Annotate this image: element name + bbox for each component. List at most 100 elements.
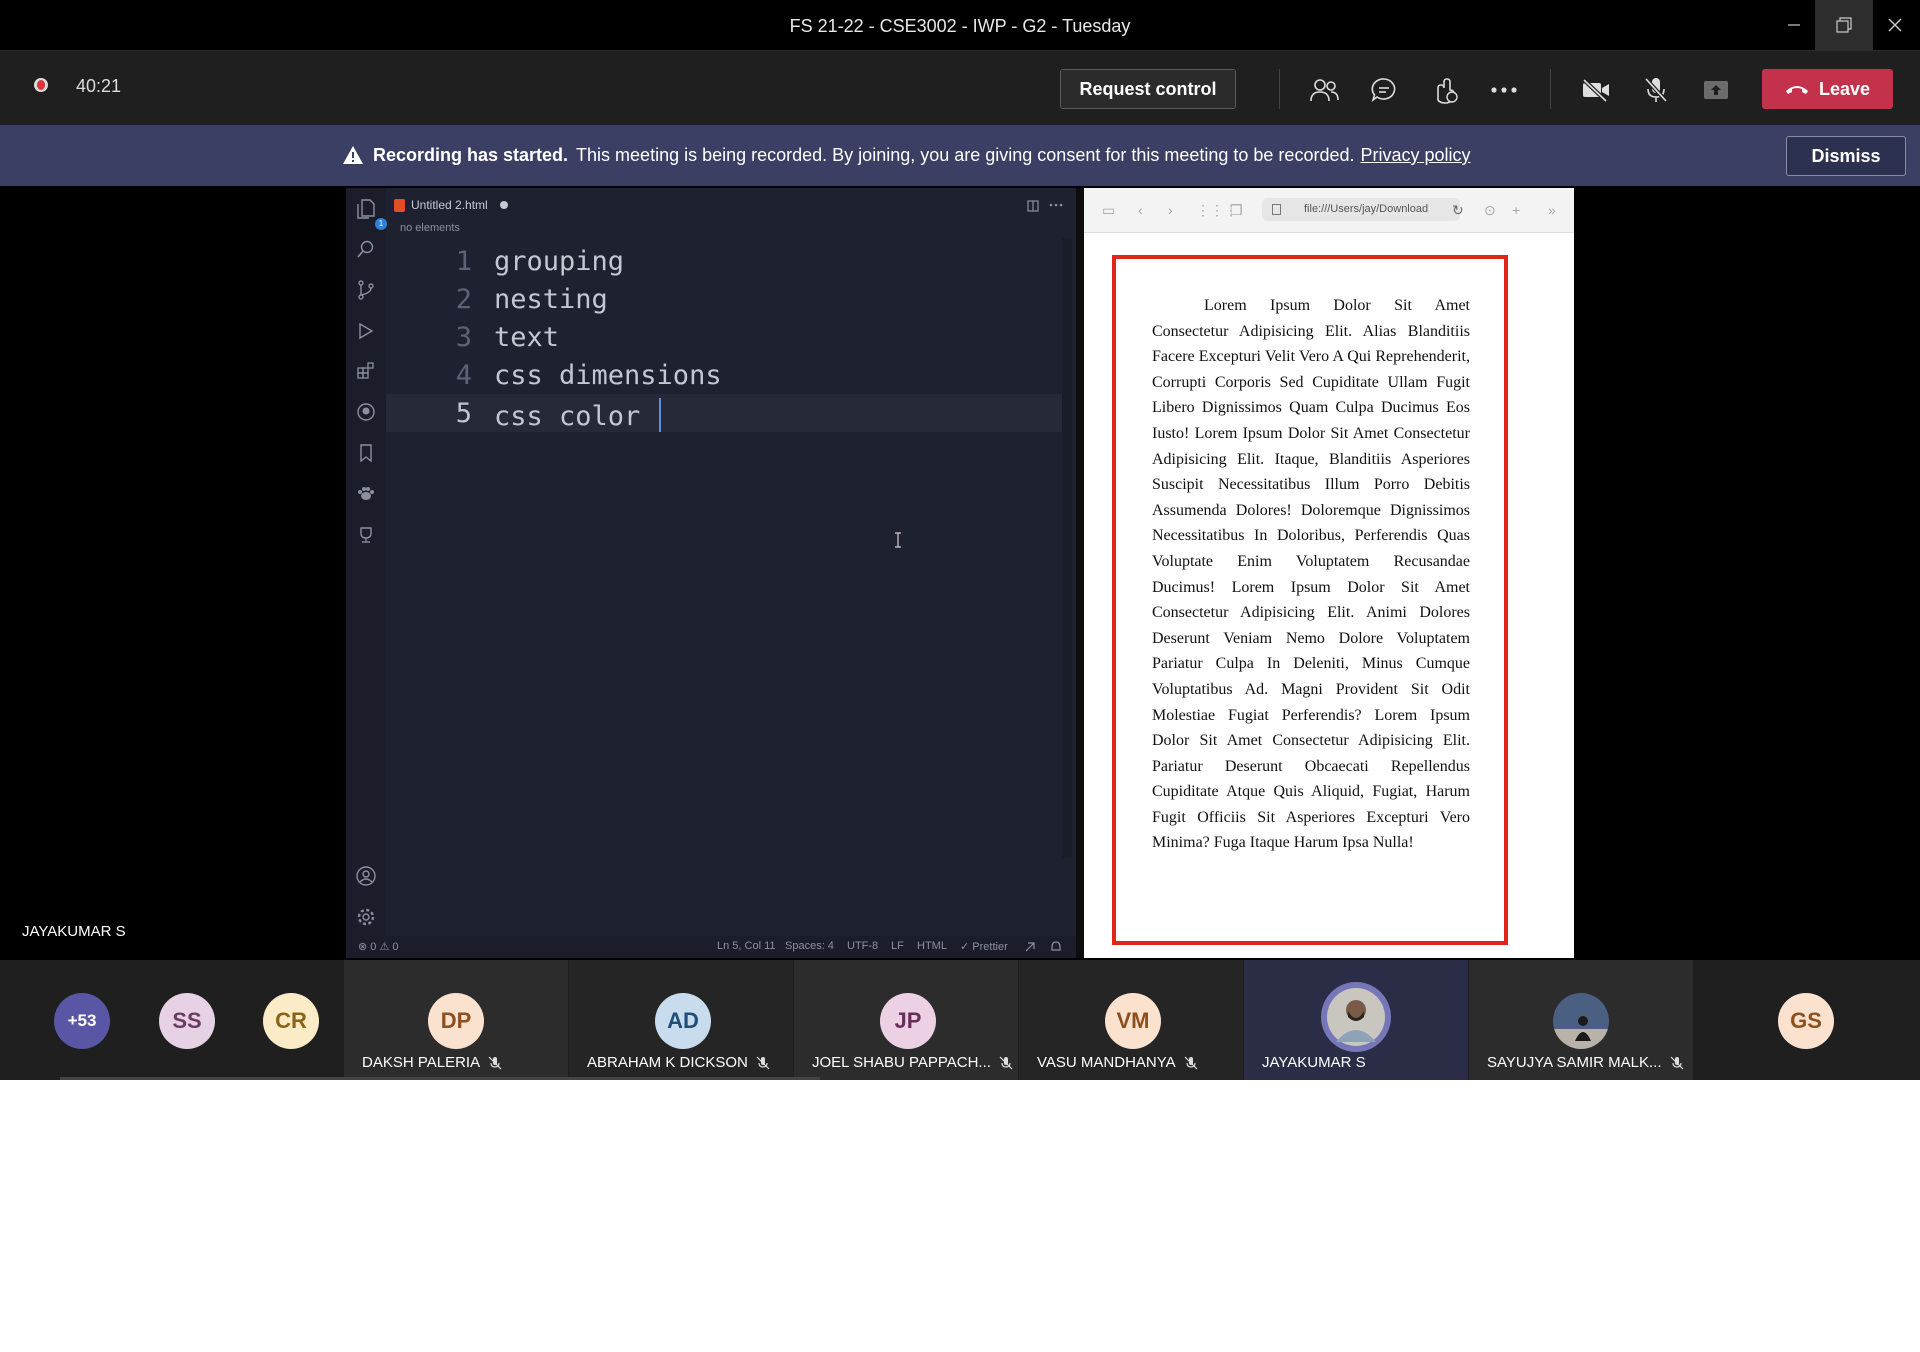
split-divider [1076, 188, 1084, 958]
participant-avatar[interactable]: CR [263, 993, 319, 1049]
encoding-setting[interactable]: UTF-8 [847, 940, 878, 952]
extensions-button[interactable] [355, 360, 377, 382]
reactions-button[interactable] [1427, 73, 1461, 107]
minimize-icon [1788, 24, 1800, 26]
source-control-button[interactable] [355, 279, 377, 301]
editor-more-icon[interactable] [1049, 203, 1063, 207]
bookmarks-button[interactable] [355, 442, 377, 464]
code-editor-window: 1 Untitled 2.html no elements 1 grouping… [346, 188, 1076, 958]
strip-scrollbar[interactable] [60, 1077, 820, 1080]
mic-off-icon [1644, 77, 1668, 103]
trophy-button[interactable] [355, 524, 377, 546]
participant-photo [1553, 993, 1609, 1049]
title-bar: FS 21-22 - CSE3002 - IWP - G2 - Tuesday [0, 0, 1920, 50]
overflow-chevron-icon[interactable]: » [1548, 202, 1556, 218]
bookmark-icon [360, 444, 372, 462]
request-control-button[interactable]: Request control [1060, 69, 1236, 109]
run-debug-button[interactable] [355, 320, 377, 342]
explorer-button[interactable]: 1 [355, 198, 387, 230]
close-window-button[interactable] [1866, 0, 1920, 50]
participant-avatar[interactable]: SS [159, 993, 215, 1049]
banner-message: This meeting is being recorded. By joini… [576, 145, 1355, 165]
problems-count[interactable]: ⊗ 0 ⚠ 0 [358, 940, 398, 953]
line-ending-setting[interactable]: LF [891, 940, 904, 952]
leave-label: Leave [1818, 78, 1871, 99]
prettier-status[interactable]: ✓ Prettier [960, 940, 1008, 953]
tab-overview-icon[interactable]: ❐ [1230, 202, 1243, 219]
dismiss-button[interactable]: Dismiss [1786, 136, 1906, 176]
code-area[interactable]: 1 grouping 2 nesting 3 text 4 css dimensions… [386, 238, 1064, 638]
raise-hand-icon [1437, 78, 1458, 104]
leave-button[interactable]: Leave [1762, 69, 1893, 109]
search-icon [357, 240, 374, 258]
participants-button[interactable] [1307, 73, 1341, 107]
mic-off-icon [756, 1056, 770, 1069]
notifications-icon[interactable] [1050, 941, 1062, 953]
window-title: FS 21-22 - CSE3002 - IWP - G2 - Tuesday [789, 16, 1131, 36]
code-line: 2 nesting [386, 280, 1064, 318]
reload-icon[interactable]: ↻ [1452, 202, 1464, 219]
html-file-icon [394, 198, 405, 212]
share-tray-button[interactable] [1699, 73, 1733, 107]
github-icon [357, 403, 375, 421]
indentation-setting[interactable]: Spaces: 4 [785, 940, 834, 952]
participant-name: DAKSH PALERIA [362, 1054, 502, 1071]
line-text: css color [494, 401, 657, 432]
sidebar-icon[interactable]: ▭ [1102, 202, 1115, 219]
address-bar[interactable]: file:///Users/jay/Download [1262, 198, 1460, 221]
downloads-icon[interactable]: ⊙ [1484, 202, 1496, 219]
editor-tab[interactable]: Untitled 2.html [394, 195, 508, 215]
participant-name: JOEL SHABU PAPPACH... [812, 1054, 1013, 1071]
paw-extension-button[interactable] [355, 483, 377, 505]
participant-tile[interactable]: DP DAKSH PALERIA [344, 960, 568, 1080]
run-debug-icon [359, 322, 374, 340]
more-participants-button[interactable]: +53 [54, 993, 110, 1049]
cursor-position[interactable]: Ln 5, Col 11 [717, 940, 776, 952]
camera-toggle-button[interactable] [1579, 73, 1613, 107]
participant-avatar[interactable]: GS [1778, 993, 1834, 1049]
toolbar-divider [1550, 69, 1551, 109]
privacy-policy-link[interactable]: Privacy policy [1360, 145, 1470, 165]
participant-tile-speaking[interactable]: JAYAKUMAR S [1244, 960, 1468, 1080]
lorem-paragraph: Lorem Ipsum Dolor Sit Amet Consectetur A… [1152, 297, 1470, 852]
forward-icon[interactable]: › [1168, 202, 1173, 218]
accounts-button[interactable] [355, 865, 377, 887]
extensions-icon [357, 362, 374, 379]
broadcast-icon[interactable] [1024, 941, 1036, 953]
recording-indicator-icon [34, 78, 48, 92]
warning-icon [343, 146, 363, 164]
participant-name: ABRAHAM K DICKSON [587, 1054, 770, 1071]
participant-tile[interactable]: JP JOEL SHABU PAPPACH... [794, 960, 1018, 1080]
language-mode[interactable]: HTML [917, 940, 947, 952]
split-editor-icon[interactable] [1027, 200, 1039, 212]
chat-button[interactable] [1367, 73, 1401, 107]
restore-button[interactable] [1815, 0, 1873, 50]
search-button[interactable] [355, 238, 377, 260]
participant-name: JAYAKUMAR S [1262, 1054, 1366, 1071]
mic-toggle-button[interactable] [1639, 73, 1673, 107]
github-button[interactable] [355, 401, 377, 423]
line-text: nesting [494, 284, 608, 315]
back-icon[interactable]: ‹ [1138, 202, 1143, 218]
files-icon [357, 199, 375, 219]
participant-tile[interactable]: VM VASU MANDHANYA [1019, 960, 1243, 1080]
teams-meeting-window: FS 21-22 - CSE3002 - IWP - G2 - Tuesday … [0, 0, 1920, 1080]
new-tab-icon[interactable]: + [1512, 202, 1520, 218]
settings-button[interactable] [355, 906, 377, 928]
editor-status-bar: ⊗ 0 ⚠ 0 Ln 5, Col 11 Spaces: 4 UTF-8 LF … [346, 936, 1076, 958]
browser-preview-window: ▭ ‹ › ⋮⋮⋮ ❐ file:///Users/jay/Download ↻… [1084, 188, 1574, 958]
participant-name-text: JOEL SHABU PAPPACH... [812, 1054, 991, 1071]
participant-strip: +53 SS CR DP DAKSH PALERIA AD ABRAHAM K … [0, 960, 1920, 1080]
editor-scrollbar[interactable] [1062, 238, 1072, 858]
code-line: 1 grouping [386, 242, 1064, 280]
speaking-ring [1321, 982, 1391, 1052]
participant-tile[interactable]: AD ABRAHAM K DICKSON [569, 960, 793, 1080]
more-options-button[interactable] [1487, 73, 1521, 107]
line-text: text [494, 322, 560, 353]
participant-name-text: SAYUJYA SAMIR MALK... [1487, 1054, 1662, 1071]
mic-off-icon [488, 1056, 502, 1069]
participant-tile[interactable]: SAYUJYA SAMIR MALK... [1469, 960, 1693, 1080]
participant-name-text: VASU MANDHANYA [1037, 1054, 1176, 1071]
participant-avatar: DP [428, 993, 484, 1049]
line-text: css dimensions [494, 360, 722, 391]
